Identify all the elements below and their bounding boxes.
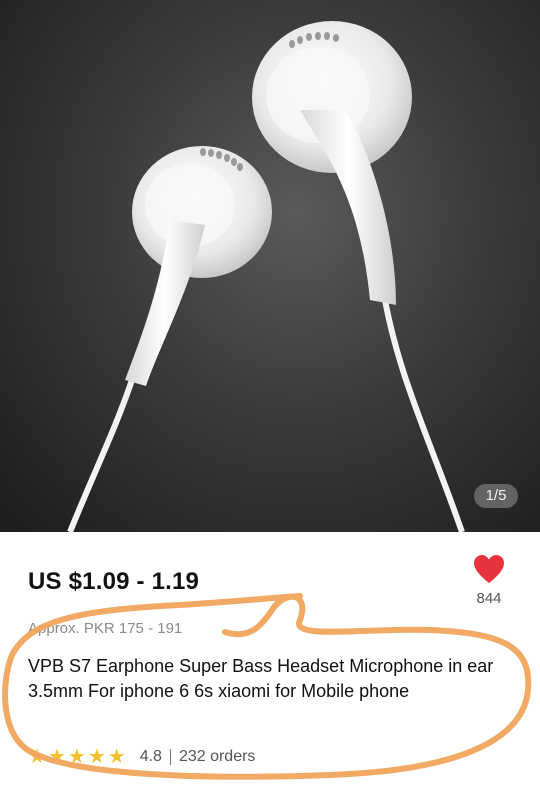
rating-value: 4.8 (139, 748, 162, 765)
star-icon: ★ (28, 746, 46, 768)
product-title: VPB S7 Earphone Super Bass Headset Micro… (28, 656, 494, 701)
heart-icon (474, 555, 504, 583)
image-counter: 1/5 (474, 484, 518, 508)
star-icon: ★ (107, 746, 126, 768)
rating-stars: ★ ★ ★ ★ ★ (28, 747, 126, 767)
divider (169, 749, 171, 765)
star-icon: ★ (47, 746, 66, 768)
star-icon: ★ (87, 746, 106, 768)
star-icon: ★ (67, 746, 86, 768)
orders-count: 232 orders (178, 748, 256, 765)
wishlist-button[interactable]: 844 (466, 554, 512, 607)
earphones-image (67, 21, 465, 532)
product-image-carousel[interactable]: 1/5 (0, 0, 540, 532)
product-info-panel: US $1.09 - 1.19 844 Approx. PKR 175 - 19… (0, 532, 540, 785)
rating-row[interactable]: ★ ★ ★ ★ ★ 4.8 232 orders (28, 746, 255, 768)
wishlist-count: 844 (476, 590, 502, 607)
price-range: US $1.09 - 1.19 (28, 568, 200, 595)
approx-local-price: Approx. PKR 175 - 191 (28, 620, 183, 637)
